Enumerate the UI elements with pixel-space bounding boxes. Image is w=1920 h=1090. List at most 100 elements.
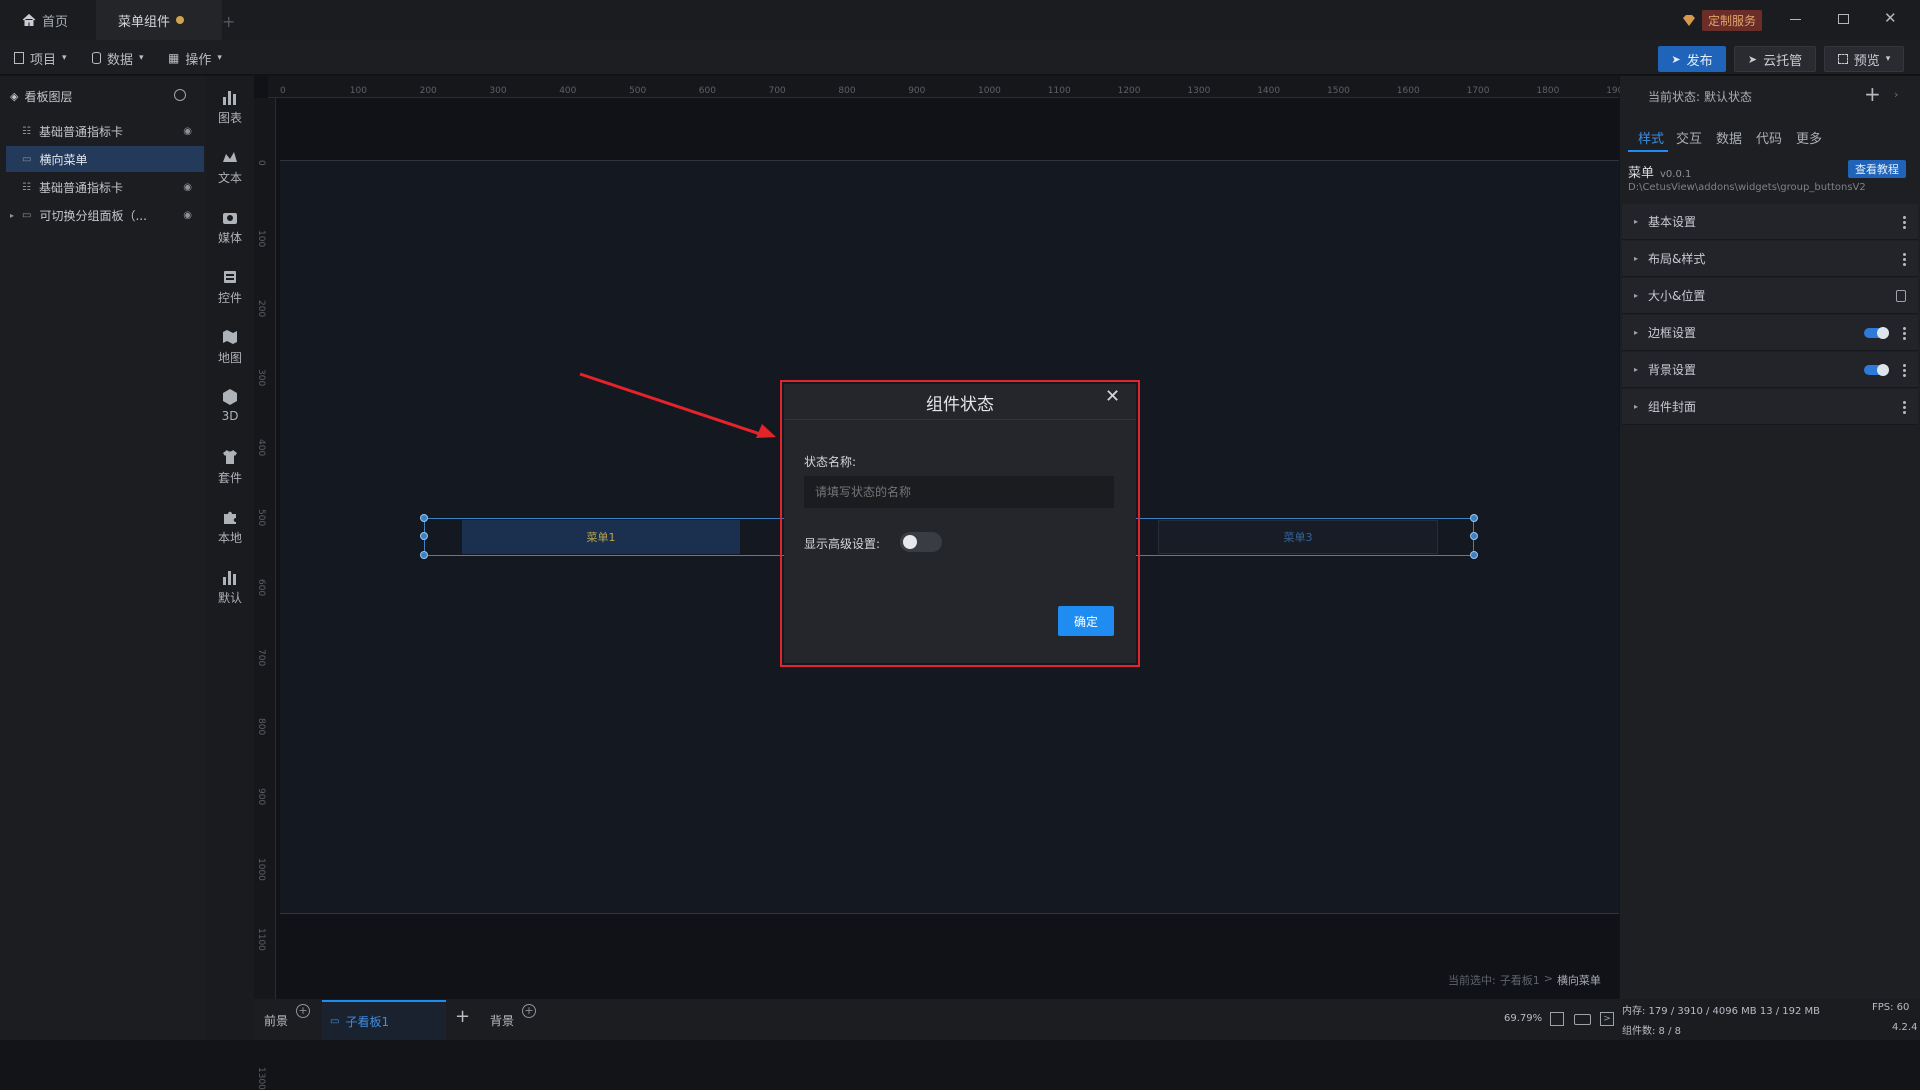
tab-document[interactable]: 菜单组件 bbox=[96, 0, 222, 40]
section-border[interactable]: ▸ 边框设置 bbox=[1622, 315, 1918, 351]
border-toggle[interactable] bbox=[1864, 327, 1889, 339]
more-vertical-icon[interactable] bbox=[1903, 253, 1906, 266]
data-menu[interactable]: 数据 ▾ bbox=[92, 46, 144, 70]
add-foreground-icon[interactable]: + bbox=[296, 1004, 310, 1018]
eye-hidden-icon[interactable]: ◉ bbox=[183, 182, 192, 193]
view-tutorial-button[interactable]: 查看教程 bbox=[1848, 160, 1906, 178]
dialog-close-icon[interactable]: ✕ bbox=[1105, 386, 1120, 407]
ruler-tick-label: 900 bbox=[256, 788, 266, 806]
tab-data[interactable]: 数据 bbox=[1716, 128, 1742, 147]
new-tab-plus-icon[interactable]: + bbox=[222, 12, 235, 31]
publish-label: 发布 bbox=[1686, 53, 1713, 69]
more-vertical-icon[interactable] bbox=[1903, 401, 1906, 414]
eye-hidden-icon[interactable]: ◉ bbox=[183, 210, 192, 221]
category-map[interactable]: 地图 bbox=[206, 328, 254, 366]
tab-home[interactable]: 首页 bbox=[0, 0, 90, 40]
ruler-tick-label: 200 bbox=[256, 299, 266, 317]
category-chart[interactable]: 图表 bbox=[206, 88, 254, 126]
fullscreen-icon bbox=[1837, 54, 1848, 64]
more-vertical-icon[interactable] bbox=[1903, 327, 1906, 340]
advanced-settings-toggle[interactable] bbox=[900, 532, 942, 552]
ruler-tick-label: 1000 bbox=[256, 858, 266, 881]
data-menu-label: 数据 bbox=[107, 52, 134, 68]
ruler-tick-label: 1700 bbox=[1466, 86, 1490, 96]
more-vertical-icon[interactable] bbox=[1903, 364, 1906, 377]
resize-handle[interactable] bbox=[420, 551, 428, 559]
document-icon bbox=[14, 52, 24, 64]
tab-style[interactable]: 样式 bbox=[1638, 128, 1664, 147]
preview-button[interactable]: 预览 ▾ bbox=[1824, 46, 1904, 72]
menu-item-3[interactable]: 菜单3 bbox=[1158, 520, 1438, 554]
current-state-value[interactable]: 默认状态 bbox=[1704, 88, 1752, 105]
resize-handle[interactable] bbox=[420, 514, 428, 522]
confirm-button[interactable]: 确定 bbox=[1058, 606, 1114, 636]
category-default[interactable]: 默认 bbox=[206, 568, 254, 606]
layer-item[interactable]: ☷ 基础普通指标卡 ◉ bbox=[6, 118, 204, 144]
terminal-icon[interactable]: > bbox=[1600, 1012, 1614, 1026]
custom-service-button[interactable]: 定制服务 bbox=[1682, 10, 1763, 31]
ruler-tick-label: 1600 bbox=[1396, 86, 1420, 96]
tab-code[interactable]: 代码 bbox=[1756, 128, 1782, 147]
background-tab[interactable]: 背景 bbox=[490, 1012, 514, 1029]
add-board-icon[interactable]: + bbox=[455, 1006, 470, 1027]
add-background-icon[interactable]: + bbox=[522, 1004, 536, 1018]
app-version: 4.2.4 bbox=[1892, 1022, 1918, 1033]
project-menu[interactable]: 项目 ▾ bbox=[14, 46, 67, 70]
category-label: 默认 bbox=[217, 591, 242, 605]
resize-handle[interactable] bbox=[420, 532, 428, 540]
layer-item-selected[interactable]: ▭ 横向菜单 bbox=[6, 146, 204, 172]
eye-hidden-icon[interactable]: ◉ bbox=[183, 126, 192, 137]
ruler-tick-label: 1200 bbox=[1117, 86, 1141, 96]
cloud-hosting-button[interactable]: ➤ 云托管 bbox=[1734, 46, 1816, 72]
chevron-right-icon[interactable]: › bbox=[1894, 88, 1898, 101]
tab-document-label: 菜单组件 bbox=[118, 14, 171, 30]
section-cover[interactable]: ▸ 组件封面 bbox=[1622, 389, 1918, 425]
menu-item-1[interactable]: 菜单1 bbox=[462, 520, 740, 554]
layer-item-group[interactable]: ▸ ▭ 可切换分组面板（... ◉ bbox=[6, 202, 204, 228]
minimize-icon[interactable] bbox=[1790, 19, 1801, 20]
more-vertical-icon[interactable] bbox=[1903, 216, 1906, 229]
section-layout[interactable]: ▸ 布局&样式 bbox=[1622, 241, 1918, 277]
section-background[interactable]: ▸ 背景设置 bbox=[1622, 352, 1918, 388]
tab-more[interactable]: 更多 bbox=[1796, 128, 1822, 147]
expand-caret-icon[interactable]: ▸ bbox=[10, 211, 14, 220]
map-icon bbox=[223, 330, 237, 344]
ruler-tick-label: 700 bbox=[768, 86, 786, 96]
operate-menu[interactable]: ▦ 操作 ▾ bbox=[168, 46, 222, 70]
category-3d[interactable]: 3D bbox=[206, 388, 254, 423]
tab-sub-board[interactable]: ▭ 子看板1 bbox=[322, 1000, 446, 1040]
close-window-icon[interactable]: ✕ bbox=[1884, 9, 1897, 27]
category-local[interactable]: 本地 bbox=[206, 508, 254, 546]
toggle-knob bbox=[903, 535, 917, 549]
category-control[interactable]: 控件 bbox=[206, 268, 254, 306]
restore-icon[interactable] bbox=[1838, 14, 1849, 24]
unsaved-dot-icon bbox=[176, 16, 185, 24]
breadcrumb-current[interactable]: 横向菜单 bbox=[1557, 972, 1601, 988]
section-basic[interactable]: ▸ 基本设置 bbox=[1622, 204, 1918, 240]
send-icon: ➤ bbox=[1671, 52, 1681, 66]
caret-right-icon: ▸ bbox=[1634, 217, 1639, 226]
add-state-icon[interactable]: + bbox=[1864, 82, 1881, 106]
layer-item-label: 基础普通指标卡 bbox=[38, 180, 123, 195]
tab-interaction[interactable]: 交互 bbox=[1676, 128, 1702, 147]
background-toggle[interactable] bbox=[1864, 364, 1889, 376]
state-name-input[interactable] bbox=[804, 476, 1114, 508]
ruler-tick-label: 500 bbox=[629, 86, 647, 96]
send-icon: ➤ bbox=[1747, 52, 1758, 66]
keyboard-icon[interactable] bbox=[1574, 1014, 1591, 1025]
search-icon[interactable] bbox=[174, 89, 186, 101]
category-kit[interactable]: 套件 bbox=[206, 448, 254, 486]
category-text[interactable]: 文本 bbox=[206, 148, 254, 186]
category-media[interactable]: 媒体 bbox=[206, 208, 254, 246]
fit-screen-icon[interactable] bbox=[1550, 1012, 1564, 1026]
publish-button[interactable]: ➤ 发布 bbox=[1658, 46, 1726, 72]
resize-handle[interactable] bbox=[1470, 532, 1478, 540]
zoom-level[interactable]: 69.79% bbox=[1504, 1013, 1542, 1024]
breadcrumb-board[interactable]: 子看板1 bbox=[1500, 972, 1540, 988]
lock-icon[interactable] bbox=[1896, 290, 1906, 302]
section-size-position[interactable]: ▸ 大小&位置 bbox=[1622, 278, 1918, 314]
layer-item[interactable]: ☷ 基础普通指标卡 ◉ bbox=[6, 174, 204, 200]
resize-handle[interactable] bbox=[1470, 551, 1478, 559]
foreground-tab[interactable]: 前景 bbox=[264, 1012, 288, 1029]
resize-handle[interactable] bbox=[1470, 514, 1478, 522]
